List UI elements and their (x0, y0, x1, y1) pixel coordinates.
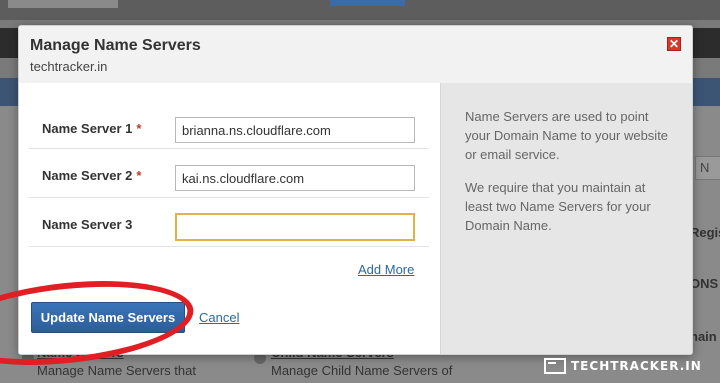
background-tab (8, 0, 118, 8)
name-server-row-3: Name Server 3 (29, 197, 429, 247)
background-label-ons: ONS (690, 276, 719, 291)
close-icon[interactable]: ✕ (667, 37, 681, 51)
dialog-subtitle: techtracker.in (30, 59, 108, 74)
monitor-icon (544, 357, 566, 374)
manage-name-servers-dialog: Manage Name Servers techtracker.in ✕ Nam… (18, 25, 693, 355)
background-search-input: N (695, 156, 720, 180)
dialog-title: Manage Name Servers (30, 37, 201, 54)
cancel-link[interactable]: Cancel (199, 310, 239, 325)
background-topbar (0, 0, 720, 20)
watermark-text: TECHTRACKER.IN (571, 358, 702, 373)
name-server-2-input[interactable] (175, 165, 415, 191)
info-panel: Name Servers are used to point your Doma… (440, 83, 692, 354)
field-label: Name Server 1 * (42, 121, 142, 136)
name-server-row-2: Name Server 2 * (29, 148, 429, 198)
required-mark: * (136, 168, 142, 183)
background-label-regis: Regis (690, 225, 720, 240)
field-label: Name Server 3 (42, 217, 133, 232)
watermark: TECHTRACKER.IN (544, 357, 702, 377)
name-server-form: Name Server 1* Name Server 2* Name Serve… (19, 83, 440, 354)
background-item-description: Manage Child Name Servers of (271, 363, 453, 378)
name-server-3-input[interactable] (175, 213, 415, 241)
background-tab-active (330, 0, 405, 6)
info-paragraph: Name Servers are used to point your Doma… (465, 109, 669, 162)
add-more-link[interactable]: Add More (358, 262, 414, 277)
update-name-servers-button[interactable]: Update Name Servers (31, 302, 185, 333)
required-mark: * (136, 121, 142, 136)
name-server-1-input[interactable] (175, 117, 415, 143)
background-label-nain: nain (690, 329, 717, 344)
dialog-header: Manage Name Servers techtracker.in ✕ (19, 26, 692, 84)
name-server-row-1: Name Server 1 * (29, 99, 429, 149)
info-paragraph: We require that you maintain at least tw… (465, 180, 651, 233)
field-label: Name Server 2 * (42, 168, 142, 183)
background-item-description: Manage Name Servers that (37, 363, 196, 378)
